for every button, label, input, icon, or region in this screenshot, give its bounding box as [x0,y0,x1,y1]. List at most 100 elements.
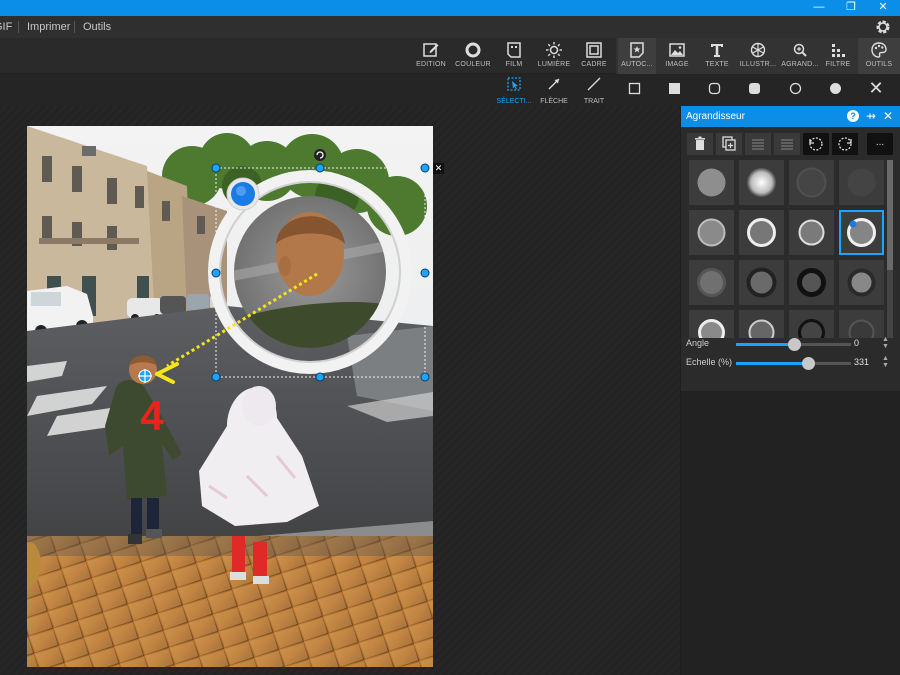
subtool-trait[interactable]: TRAIT [574,76,614,106]
preset-10[interactable] [739,260,784,305]
remove-annotation-button[interactable]: ✕ [433,163,444,174]
magnifier-preset-grid [689,160,885,338]
preset-16[interactable] [839,310,884,338]
layer-down-icon [781,139,793,150]
subtool-label: TRAIT [583,98,605,105]
trash-icon [695,136,705,150]
scale-slider[interactable] [736,357,851,370]
send-backward-button[interactable] [774,133,800,155]
preset-scrollbar[interactable] [887,160,893,338]
preset-12[interactable] [839,260,884,305]
layer-up-icon [752,139,764,150]
square-filled-icon[interactable] [668,82,682,96]
photo-canvas[interactable]: 4 [27,126,433,667]
palette-icon [871,42,887,58]
title-bar: — ❐ ✕ [0,0,900,16]
preset-8-selected[interactable] [839,210,884,255]
scale-slider-knob[interactable] [802,357,816,370]
close-window-button[interactable]: ✕ [868,0,898,16]
minimize-button[interactable]: — [804,0,834,16]
tool-edition[interactable]: EDITION [412,38,450,74]
restore-button[interactable]: ❐ [836,0,866,16]
scale-label: Echelle (%) [686,357,733,367]
street-photo: 4 [27,126,433,667]
preset-5[interactable] [689,210,734,255]
bring-forward-button[interactable] [745,133,771,155]
sticker-icon [630,42,644,58]
scale-slider-fill [736,362,809,365]
angle-value[interactable]: 0 [854,338,859,348]
circle-outline-icon[interactable] [789,82,803,96]
rotate-handle-icon[interactable] [314,149,326,161]
circle-filled-icon[interactable] [829,82,843,96]
angle-slider-row: Angle 0 ▲ ▼ [686,336,896,352]
subtool-selection[interactable]: SÉLECTI... [494,76,534,106]
preset-1[interactable] [689,160,734,205]
filter-icon [832,44,845,57]
close-subbar-button[interactable]: ✕ [866,78,886,98]
square-outline-icon[interactable] [628,82,642,96]
tool-label: AUTOC... [621,61,653,68]
tool-agrandisseur[interactable]: AGRAND... [780,38,820,74]
arrow-icon [548,78,560,90]
angle-slider-knob[interactable] [787,338,801,351]
rotate-left-button[interactable] [803,133,829,155]
tool-film[interactable]: FILM [496,38,532,74]
rotate-right-button[interactable] [832,133,858,155]
tool-lumiere[interactable]: LUMIÈRE [534,38,574,74]
scale-value[interactable]: 331 [854,357,869,367]
preset-7[interactable] [789,210,834,255]
preset-4[interactable] [839,160,884,205]
preset-2[interactable] [739,160,784,205]
tool-label: LUMIÈRE [537,61,571,68]
rounded-outline-icon[interactable] [708,82,722,96]
tool-label: IMAGE [665,61,689,68]
sub-toolbar: SÉLECTI... FLÈCHE TRAIT ✕ [0,74,900,106]
tool-cadre[interactable]: CADRE [576,38,612,74]
text-icon [711,44,723,57]
tool-illustration[interactable]: ILLUSTR... [738,38,778,74]
close-panel-button[interactable]: ✕ [881,108,895,124]
film-icon [507,42,521,58]
tool-label: OUTILS [865,61,893,68]
tool-image[interactable]: IMAGE [658,38,696,74]
angle-slider[interactable] [736,338,851,351]
preset-14[interactable] [739,310,784,338]
main-toolbar: EDITION COULEUR FILM LUMIÈRE CADRE AUTOC… [0,38,900,74]
menu-outils[interactable]: Outils [83,16,111,38]
subtool-label: FLÈCHE [540,98,568,105]
menu-imprimer[interactable]: Imprimer [27,16,70,38]
tool-outils[interactable]: OUTILS [858,38,900,74]
pin-icon[interactable]: ⇸ [864,108,878,124]
rotate-right-icon [838,137,852,151]
tool-label: TEXTE [705,61,729,68]
preset-13[interactable] [689,310,734,338]
menu-gif[interactable]: GIF [0,16,12,38]
menu-bar: GIF Imprimer Outils [0,16,900,38]
subtool-fleche[interactable]: FLÈCHE [534,76,574,106]
preset-11[interactable] [789,260,834,305]
preset-15[interactable] [789,310,834,338]
rotate-left-icon [809,137,823,151]
angle-label: Angle [686,338,710,348]
delete-button[interactable] [687,133,713,155]
tool-label: ILLUSTR... [739,61,777,68]
preset-6[interactable] [739,210,784,255]
magnifier-icon [793,43,807,57]
angle-spinner-icon[interactable]: ▲ ▼ [882,336,889,350]
gear-icon[interactable] [874,18,892,36]
duplicate-button[interactable] [716,133,742,155]
angle-slider-fill [736,343,794,346]
tool-couleur[interactable]: COULEUR [454,38,492,74]
preset-scroll-thumb[interactable] [887,160,893,270]
preset-3[interactable] [789,160,834,205]
tool-autocollant[interactable]: AUTOC... [618,38,656,74]
scale-spinner-icon[interactable]: ▲ ▼ [882,355,889,369]
tool-texte[interactable]: TEXTE [698,38,736,74]
help-icon[interactable]: ? [847,110,859,122]
frame-icon [586,42,602,58]
more-options-button[interactable]: ... [867,133,893,155]
tool-filtre[interactable]: FILTRE [820,38,856,74]
rounded-filled-icon[interactable] [748,82,762,96]
preset-9[interactable] [689,260,734,305]
